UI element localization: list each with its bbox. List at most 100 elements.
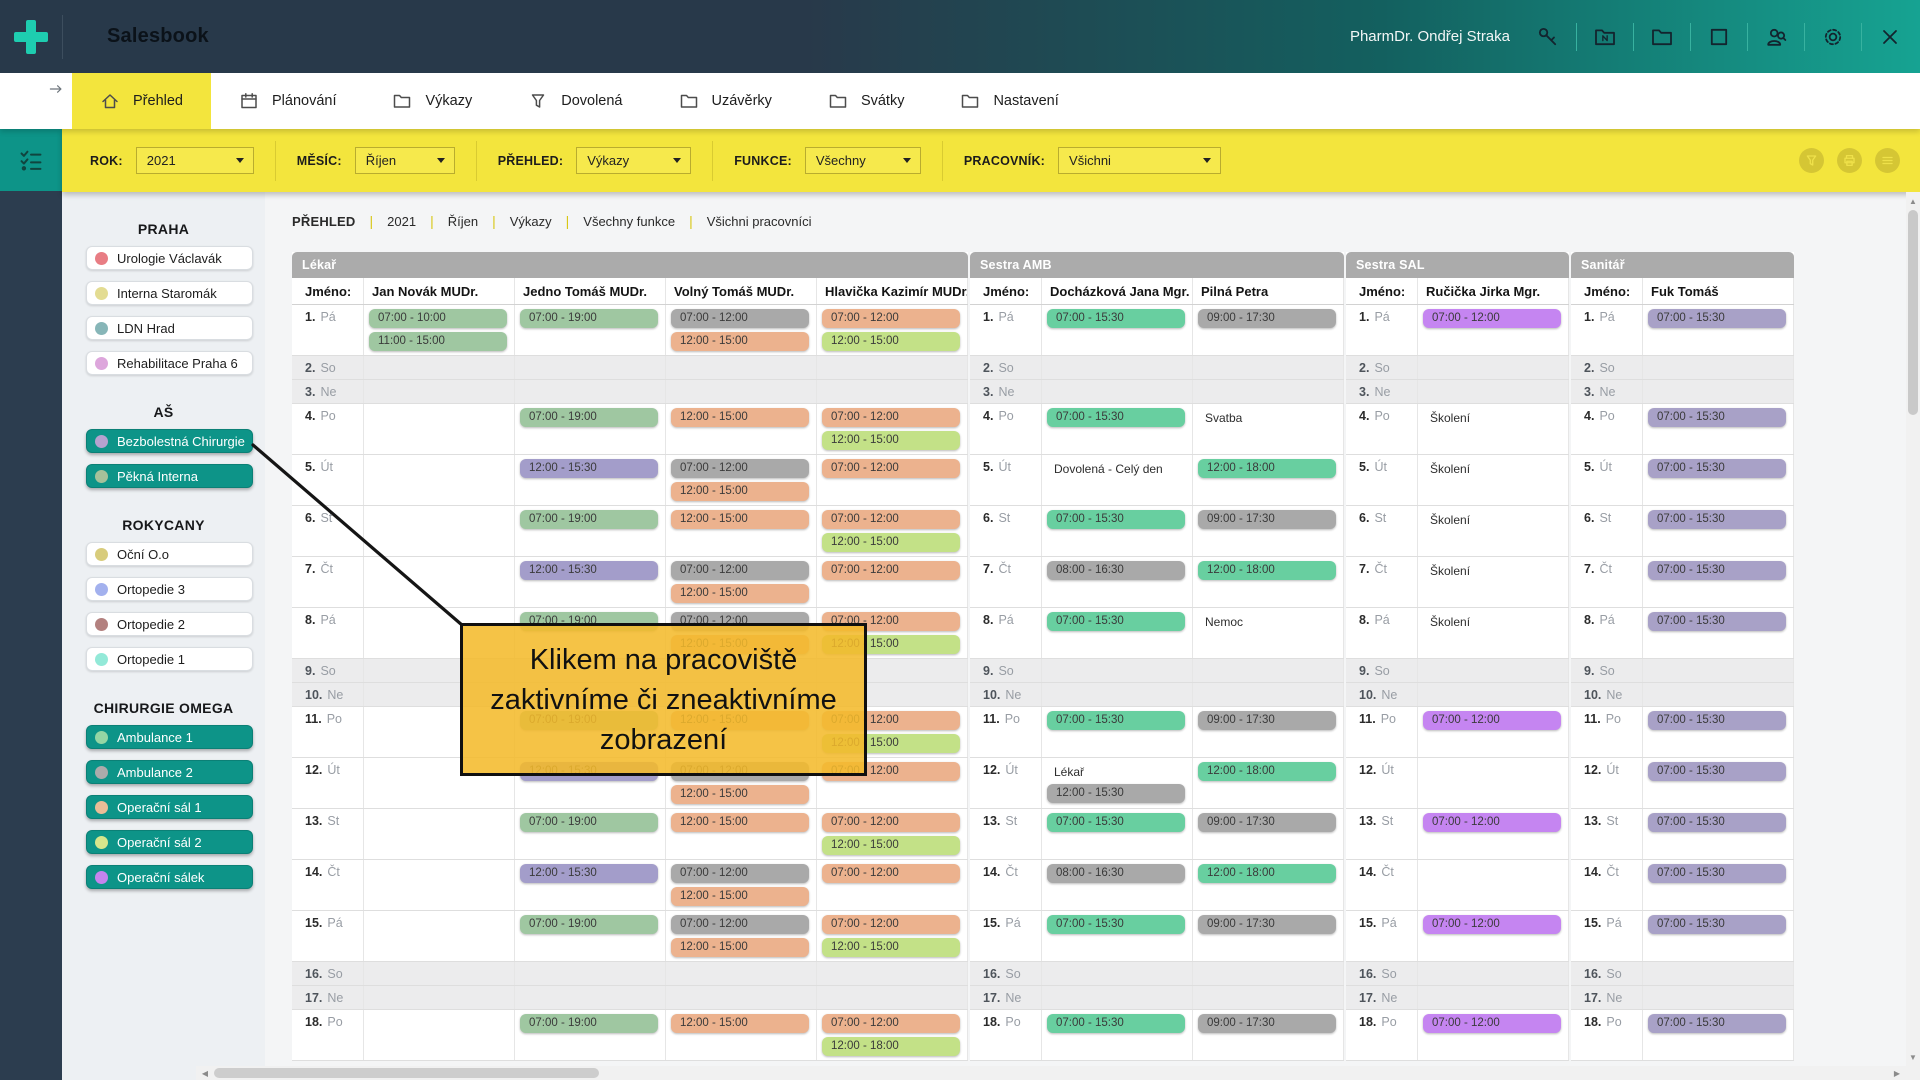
shift-cell[interactable] <box>515 356 666 379</box>
shift-cell[interactable] <box>1643 659 1794 682</box>
tab-svátky[interactable]: Svátky <box>800 73 933 129</box>
shift-chip[interactable]: 07:00 - 12:00 <box>822 309 960 328</box>
shift-cell[interactable]: 07:00 - 12:0012:00 - 15:00 <box>666 557 817 607</box>
shift-cell[interactable]: 07:00 - 19:00 <box>515 809 666 859</box>
shift-cell[interactable]: 07:00 - 15:30 <box>1643 1010 1794 1060</box>
shift-chip[interactable]: 12:00 - 15:00 <box>671 813 809 832</box>
shift-cell[interactable] <box>1193 683 1344 706</box>
shift-cell[interactable]: 12:00 - 18:00 <box>1193 557 1344 607</box>
folder-icon[interactable] <box>1650 25 1674 49</box>
shift-chip[interactable]: 07:00 - 12:00 <box>1423 813 1561 832</box>
shift-cell[interactable]: 07:00 - 12:0012:00 - 18:00 <box>817 1010 968 1060</box>
shift-chip[interactable]: 07:00 - 15:30 <box>1047 408 1185 427</box>
shift-chip[interactable]: 07:00 - 19:00 <box>520 1014 658 1033</box>
shift-chip[interactable]: 12:00 - 15:00 <box>671 1014 809 1033</box>
shift-chip[interactable]: 07:00 - 12:00 <box>822 1014 960 1033</box>
shift-cell[interactable]: 07:00 - 19:00 <box>515 305 666 355</box>
shift-cell[interactable]: 07:00 - 15:30 <box>1643 809 1794 859</box>
shift-chip[interactable]: 07:00 - 15:30 <box>1648 612 1786 631</box>
shift-chip[interactable]: 07:00 - 15:30 <box>1648 762 1786 781</box>
shift-cell[interactable]: 07:00 - 19:00 <box>515 911 666 961</box>
shift-cell[interactable]: 07:00 - 12:00 <box>817 557 968 607</box>
shift-cell[interactable] <box>515 986 666 1009</box>
shift-cell[interactable]: Školení <box>1418 557 1569 607</box>
shift-cell[interactable]: 09:00 - 17:30 <box>1193 1010 1344 1060</box>
shift-chip[interactable]: 12:00 - 15:00 <box>671 887 809 906</box>
shift-cell[interactable]: 09:00 - 17:30 <box>1193 911 1344 961</box>
sidebar-item-urologie-václavák[interactable]: Urologie Václavák <box>86 246 253 270</box>
folder-n-icon[interactable] <box>1593 25 1617 49</box>
shift-cell[interactable] <box>817 986 968 1009</box>
shift-chip[interactable]: 07:00 - 12:00 <box>671 864 809 883</box>
sidebar-item-ortopedie-2[interactable]: Ortopedie 2 <box>86 612 253 636</box>
shift-cell[interactable]: 07:00 - 15:30 <box>1643 305 1794 355</box>
shift-cell[interactable]: 07:00 - 15:30 <box>1042 305 1193 355</box>
scroll-left-icon[interactable]: ◀ <box>198 1066 212 1080</box>
sidebar-item-ortopedie-1[interactable]: Ortopedie 1 <box>86 647 253 671</box>
shift-chip[interactable]: 07:00 - 15:30 <box>1047 1014 1185 1033</box>
shift-cell[interactable] <box>364 962 515 985</box>
tab-výkazy[interactable]: Výkazy <box>364 73 500 129</box>
shift-cell[interactable]: 07:00 - 15:30 <box>1643 758 1794 808</box>
shift-chip[interactable]: 07:00 - 15:30 <box>1648 813 1786 832</box>
horizontal-scrollbar[interactable]: ◀ ▶ <box>196 1066 1906 1080</box>
shift-cell[interactable]: 07:00 - 15:30 <box>1643 455 1794 505</box>
shift-chip[interactable]: 12:00 - 15:00 <box>671 510 809 529</box>
shift-cell[interactable] <box>1042 659 1193 682</box>
shift-chip[interactable]: 08:00 - 16:30 <box>1047 561 1185 580</box>
shift-cell[interactable] <box>1418 962 1569 985</box>
tab-přehled[interactable]: Přehled <box>72 73 211 129</box>
shift-chip[interactable]: 07:00 - 15:30 <box>1047 711 1185 730</box>
shift-chip[interactable]: 07:00 - 12:00 <box>822 459 960 478</box>
tab-dovolená[interactable]: Dovolená <box>500 73 650 129</box>
gear-icon[interactable] <box>1821 25 1845 49</box>
shift-chip[interactable]: 07:00 - 15:30 <box>1047 612 1185 631</box>
shift-cell[interactable] <box>364 911 515 961</box>
shift-cell[interactable] <box>364 356 515 379</box>
close-icon[interactable] <box>1878 25 1902 49</box>
shift-chip[interactable]: 07:00 - 19:00 <box>520 813 658 832</box>
shift-cell[interactable] <box>1643 380 1794 403</box>
sidebar-item-operační-sál-1[interactable]: Operační sál 1 <box>86 795 253 819</box>
shift-cell[interactable]: Lékař12:00 - 15:30 <box>1042 758 1193 808</box>
shift-cell[interactable]: 07:00 - 19:00 <box>515 1010 666 1060</box>
shift-cell[interactable]: 07:00 - 15:30 <box>1643 404 1794 454</box>
sidebar-item-oční-o.o[interactable]: Oční O.o <box>86 542 253 566</box>
shift-cell[interactable]: 07:00 - 15:30 <box>1643 506 1794 556</box>
shift-cell[interactable]: 07:00 - 12:00 <box>1418 707 1569 757</box>
shift-chip[interactable]: 07:00 - 12:00 <box>822 510 960 529</box>
shift-cell[interactable]: 07:00 - 12:00 12:00 - 15:00 <box>817 506 968 556</box>
shift-cell[interactable]: 12:00 - 18:00 <box>1193 758 1344 808</box>
menu-icon[interactable] <box>1875 148 1900 173</box>
shift-chip[interactable]: 07:00 - 12:00 <box>671 561 809 580</box>
shift-cell[interactable]: Školení <box>1418 455 1569 505</box>
shift-chip[interactable]: 09:00 - 17:30 <box>1198 510 1336 529</box>
filter-select[interactable]: Říjen <box>355 147 455 174</box>
shift-chip[interactable]: 12:00 - 15:00 <box>671 785 809 804</box>
shift-cell[interactable]: 12:00 - 15:00 <box>666 404 817 454</box>
shift-chip[interactable]: 12:00 - 15:00 <box>822 533 960 552</box>
shift-cell[interactable] <box>1418 683 1569 706</box>
shift-chip[interactable]: 07:00 - 15:30 <box>1648 309 1786 328</box>
shift-chip[interactable]: 09:00 - 17:30 <box>1198 711 1336 730</box>
vertical-scrollbar[interactable]: ▲ ▼ <box>1906 192 1920 1066</box>
shift-chip[interactable]: 07:00 - 19:00 <box>520 510 658 529</box>
shift-cell[interactable]: 07:00 - 12:0012:00 - 15:00 <box>817 911 968 961</box>
shift-cell[interactable]: 07:00 - 12:00 <box>817 455 968 505</box>
shift-cell[interactable]: 07:00 - 12:00 <box>1418 911 1569 961</box>
shift-cell[interactable]: 07:00 - 12:00 <box>1418 305 1569 355</box>
shift-chip[interactable]: 07:00 - 12:00 <box>1423 915 1561 934</box>
shift-cell[interactable] <box>1418 659 1569 682</box>
shift-cell[interactable] <box>1042 962 1193 985</box>
user-search-icon[interactable] <box>1764 25 1788 49</box>
shift-cell[interactable]: Svatba <box>1193 404 1344 454</box>
tab-nastavení[interactable]: Nastavení <box>932 73 1086 129</box>
shift-chip[interactable]: 07:00 - 15:30 <box>1648 864 1786 883</box>
shift-cell[interactable]: 07:00 - 15:30 <box>1643 911 1794 961</box>
shift-chip[interactable]: 07:00 - 15:30 <box>1047 915 1185 934</box>
shift-cell[interactable]: 07:00 - 12:00 <box>817 860 968 910</box>
shift-cell[interactable]: 12:00 - 15:00 <box>666 809 817 859</box>
square-icon[interactable] <box>1707 25 1731 49</box>
sidebar-item-interna-staromák[interactable]: Interna Staromák <box>86 281 253 305</box>
shift-cell[interactable]: 08:00 - 16:30 <box>1042 860 1193 910</box>
